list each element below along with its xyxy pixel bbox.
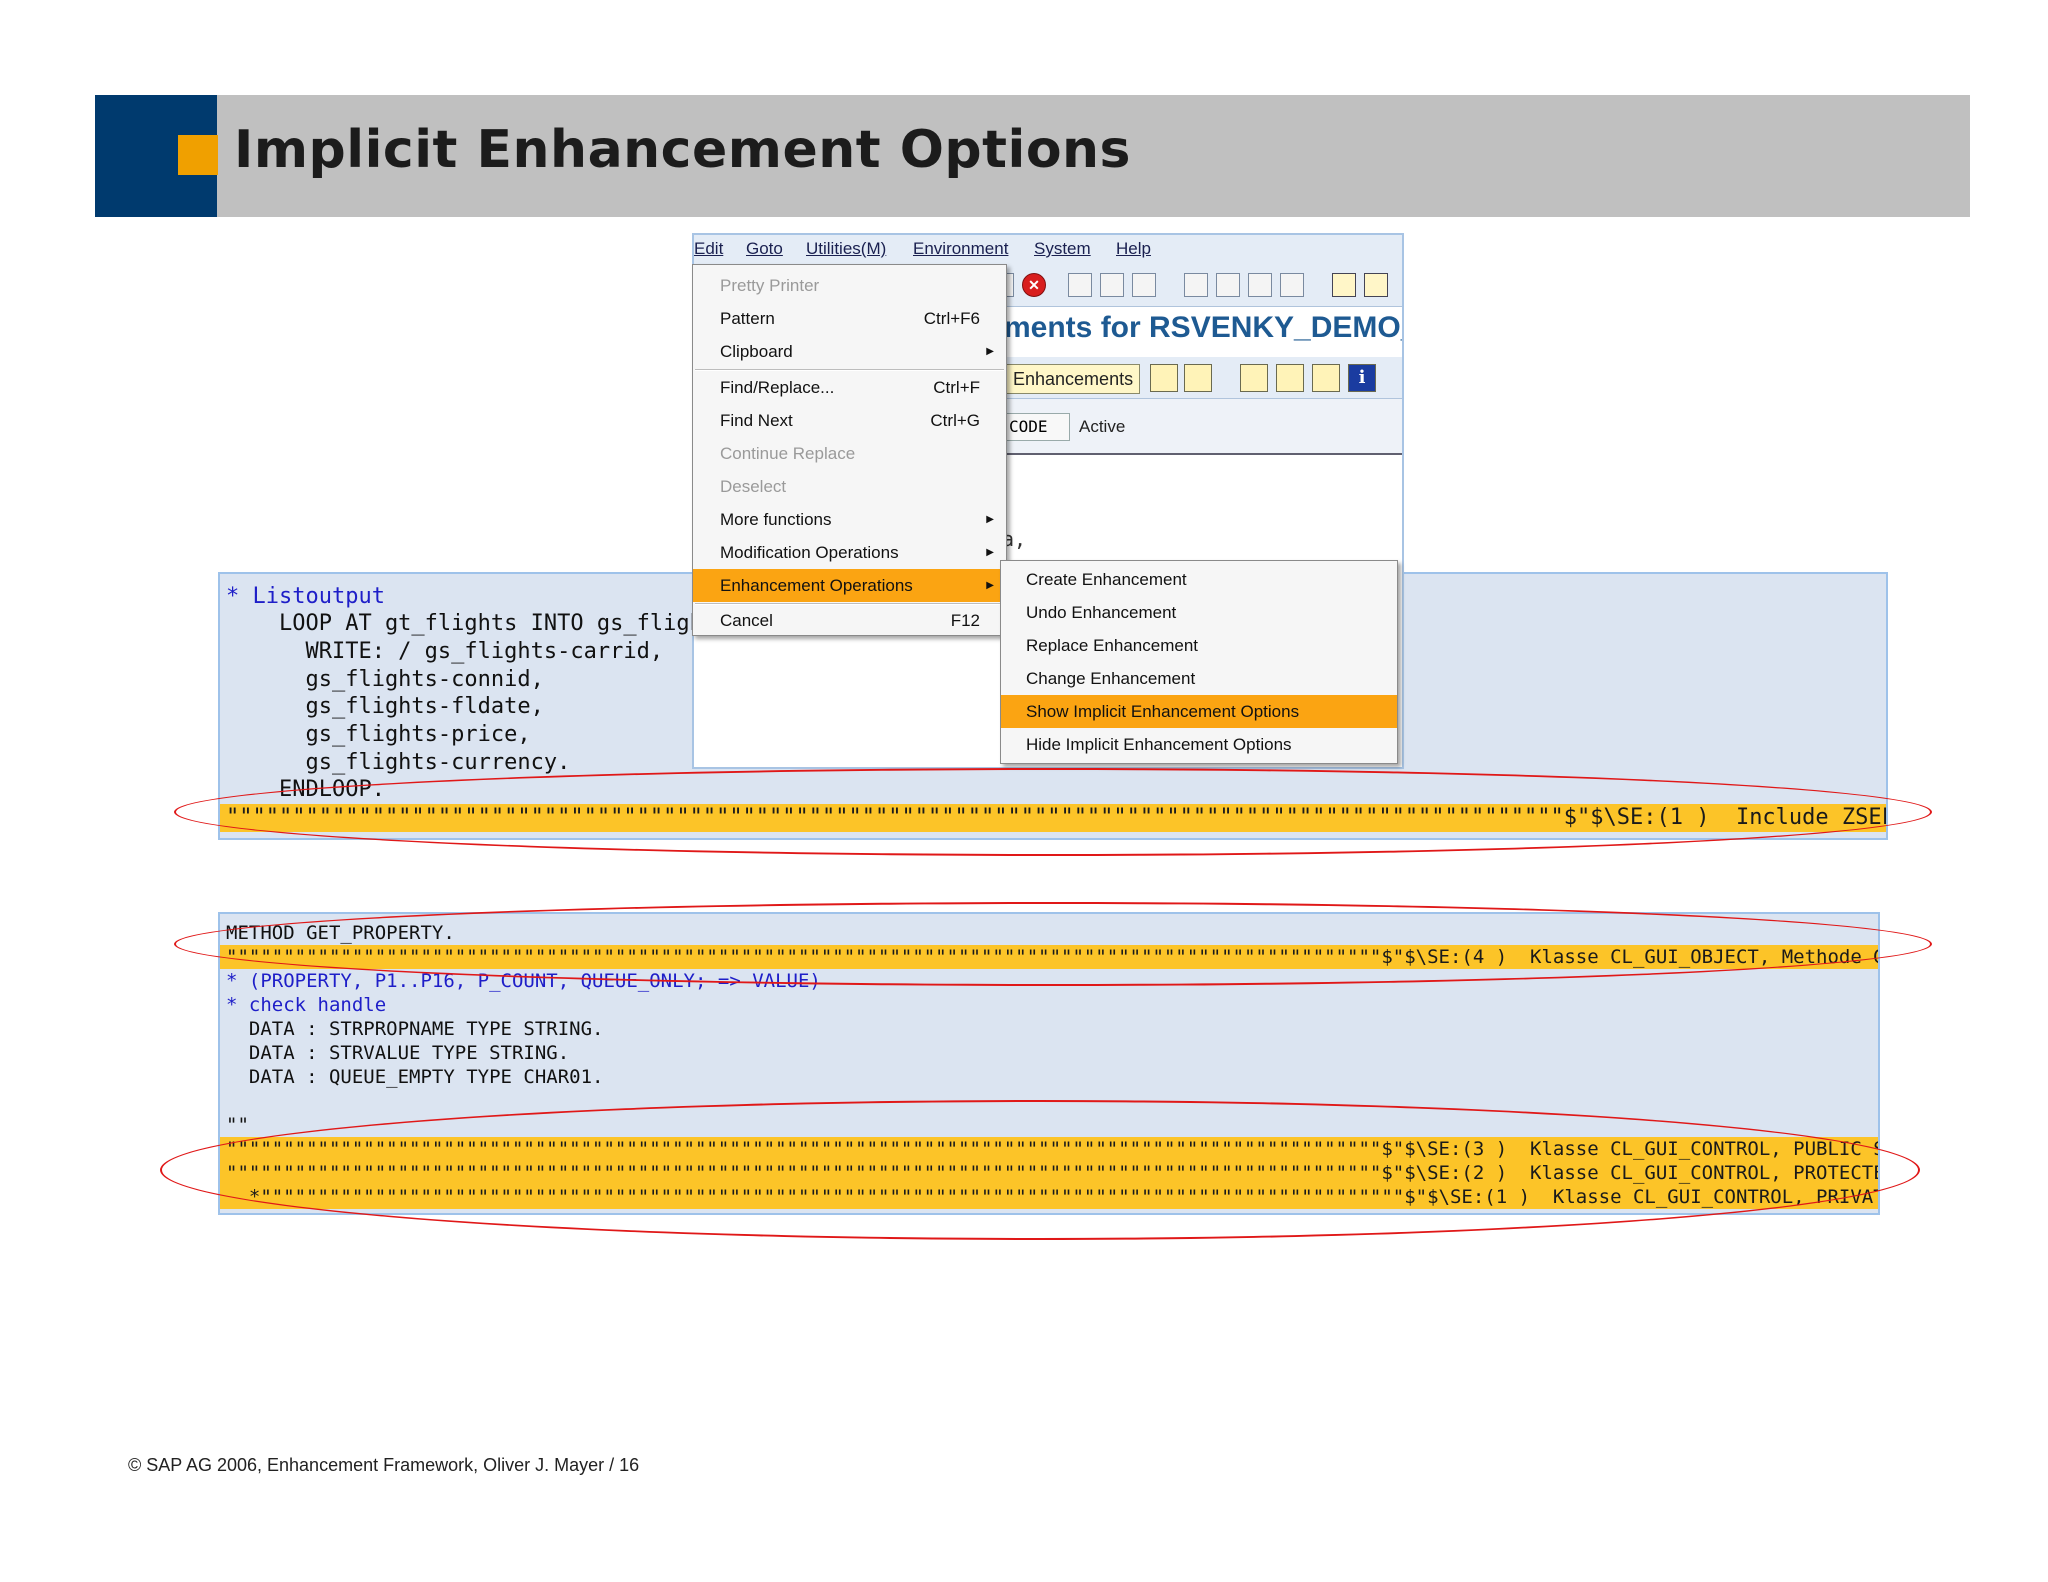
submenu-arrow-icon: ▶ xyxy=(986,580,994,591)
info-icon[interactable]: i xyxy=(1348,364,1376,392)
code-line: gs_flights-price, xyxy=(226,722,531,747)
object-name-field: CODE xyxy=(1004,413,1070,441)
code-line: gs_flights-currency. xyxy=(226,750,571,775)
menu-item-deselect[interactable]: Deselect xyxy=(693,470,1006,503)
submenu-arrow-icon: ▶ xyxy=(986,346,994,357)
edit-dropdown-menu: Pretty Printer Pattern Ctrl+F6 Clipboard… xyxy=(692,264,1007,636)
menu-item-enhancement-operations[interactable]: Enhancement Operations ▶ xyxy=(693,569,1006,602)
slide-title: Implicit Enhancement Options xyxy=(234,120,1132,180)
find-next-icon[interactable] xyxy=(1132,273,1156,297)
enhancement-operations-submenu: Create Enhancement Undo Enhancement Repl… xyxy=(1000,560,1398,764)
code-line: DATA : STRVALUE TYPE STRING. xyxy=(226,1042,570,1064)
menu-item-hide-implicit-options[interactable]: Hide Implicit Enhancement Options xyxy=(1001,728,1397,761)
code-line: WRITE: / gs_flights-carrid, xyxy=(226,639,664,664)
first-page-icon[interactable] xyxy=(1184,273,1208,297)
shortcut-label: Ctrl+F6 xyxy=(923,309,980,328)
enhancements-button[interactable]: Enhancements xyxy=(1006,364,1141,394)
last-page-icon[interactable] xyxy=(1280,273,1304,297)
code-line: DATA : STRPROPNAME TYPE STRING. xyxy=(226,1018,604,1040)
layout-icon[interactable] xyxy=(1312,364,1340,392)
menu-goto[interactable]: Goto xyxy=(746,239,783,259)
menu-item-more-functions[interactable]: More functions ▶ xyxy=(693,503,1006,536)
menu-item-pretty-printer[interactable]: Pretty Printer xyxy=(693,269,1006,302)
menu-item-clipboard[interactable]: Clipboard ▶ xyxy=(693,335,1006,368)
slide-footer: © SAP AG 2006, Enhancement Framework, Ol… xyxy=(128,1455,640,1475)
menu-item-find-replace[interactable]: Find/Replace... Ctrl+F xyxy=(693,371,1006,404)
menu-edit[interactable]: Edit xyxy=(694,239,723,259)
menu-item-create-enhancement[interactable]: Create Enhancement xyxy=(1001,563,1397,596)
shortcut-label: Ctrl+F xyxy=(933,378,980,397)
previous-page-icon[interactable] xyxy=(1216,273,1240,297)
status-label: Active xyxy=(1079,417,1126,436)
menu-item-pattern[interactable]: Pattern Ctrl+F6 xyxy=(693,302,1006,335)
menu-item-continue-replace[interactable]: Continue Replace xyxy=(693,437,1006,470)
code-line: "" xyxy=(226,1114,249,1136)
menu-item-find-next[interactable]: Find Next Ctrl+G xyxy=(693,404,1006,437)
shortcut-icon[interactable] xyxy=(1364,273,1388,297)
window-title: ments for RSVENKY_DEMO_ xyxy=(1004,311,1404,344)
menu-bar: Edit Goto Utilities(M) Environment Syste… xyxy=(694,235,1402,265)
stack-icon[interactable] xyxy=(1276,364,1304,392)
code-line: * Listoutput xyxy=(226,584,385,609)
new-session-icon[interactable] xyxy=(1332,273,1356,297)
menu-item-change-enhancement[interactable]: Change Enhancement xyxy=(1001,662,1397,695)
code-line: DATA : QUEUE_EMPTY TYPE CHAR01. xyxy=(226,1066,604,1088)
submenu-arrow-icon: ▶ xyxy=(986,547,994,558)
code-line: gs_flights-fldate, xyxy=(226,694,544,719)
menu-item-modification-operations[interactable]: Modification Operations ▶ xyxy=(693,536,1006,569)
menu-item-show-implicit-options[interactable]: Show Implicit Enhancement Options xyxy=(1001,695,1397,728)
highlight-ellipse xyxy=(174,768,1932,856)
menu-system[interactable]: System xyxy=(1034,239,1091,259)
shortcut-label: Ctrl+G xyxy=(930,411,980,430)
menu-item-undo-enhancement[interactable]: Undo Enhancement xyxy=(1001,596,1397,629)
code-line: LOOP AT gt_flights INTO gs_flights. xyxy=(226,611,743,636)
hierarchy-icon[interactable] xyxy=(1240,364,1268,392)
display-object-list-icon[interactable] xyxy=(1150,364,1178,392)
highlight-ellipse xyxy=(160,1100,1920,1240)
menu-help[interactable]: Help xyxy=(1116,239,1151,259)
code-line: * check handle xyxy=(226,994,387,1016)
navigation-icon[interactable] xyxy=(1184,364,1212,392)
code-line: gs_flights-connid, xyxy=(226,667,544,692)
print-icon[interactable] xyxy=(1068,273,1092,297)
submenu-arrow-icon: ▶ xyxy=(986,514,994,525)
highlight-ellipse xyxy=(174,902,1932,986)
header-orange-square xyxy=(178,135,218,175)
shortcut-label: F12 xyxy=(950,611,980,630)
menu-item-cancel[interactable]: Cancel F12 xyxy=(693,604,1006,637)
menu-utilities[interactable]: Utilities(M) xyxy=(806,239,886,259)
cancel-icon[interactable]: ✕ xyxy=(1022,273,1046,297)
find-icon[interactable] xyxy=(1100,273,1124,297)
menu-environment[interactable]: Environment xyxy=(913,239,1008,259)
next-page-icon[interactable] xyxy=(1248,273,1272,297)
menu-item-replace-enhancement[interactable]: Replace Enhancement xyxy=(1001,629,1397,662)
